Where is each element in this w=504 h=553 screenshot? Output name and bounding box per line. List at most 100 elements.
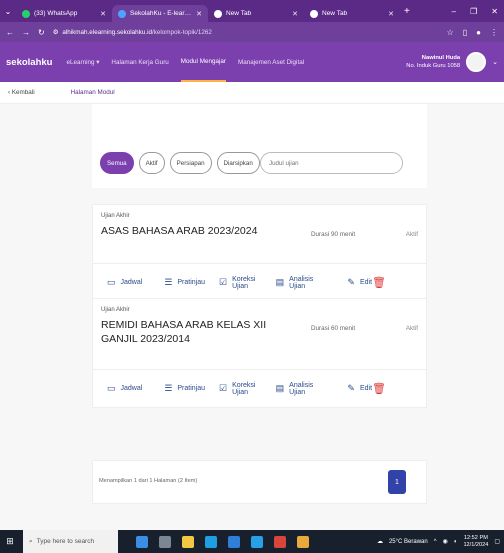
search-input[interactable] bbox=[260, 152, 403, 174]
preview-icon: ☰ bbox=[164, 383, 173, 393]
edit-label: Edit bbox=[359, 385, 373, 392]
back-arrow-icon[interactable]: ← bbox=[6, 28, 14, 37]
tab-search-icon[interactable]: ⌄ bbox=[0, 7, 16, 16]
status-badge: Aktif bbox=[405, 231, 418, 238]
browser-tab-sekolahku[interactable]: SekolahKu - E-learning ✕ bbox=[112, 5, 208, 22]
exam-kind: Ujian Akhir bbox=[101, 307, 130, 313]
windows-start-icon[interactable]: ⊞ bbox=[3, 536, 17, 547]
analisis-label: Analisis Ujian bbox=[289, 381, 314, 396]
brand-logo[interactable]: sekolahku bbox=[6, 57, 52, 68]
exam-title[interactable]: ASAS BAHASA ARAB 2023/2024 bbox=[101, 224, 291, 238]
nav-manajemen-aset[interactable]: Manajemen Aset Digital bbox=[238, 42, 304, 82]
filter-diarsipkan[interactable]: Diarsipkan bbox=[216, 152, 260, 174]
pratinjau-label: Pratinjau bbox=[177, 279, 206, 286]
taskbar-search[interactable]: ⌕ Type here to search bbox=[23, 530, 118, 553]
weather-text[interactable]: 25°C Berawan bbox=[389, 539, 428, 545]
minimize-icon[interactable]: – bbox=[452, 7, 456, 16]
browser-tab-newtab-1[interactable]: New Tab ✕ bbox=[208, 5, 304, 22]
pratinjau-button[interactable]: ☰ Pratinjau bbox=[164, 277, 205, 288]
reload-icon[interactable]: ↻ bbox=[38, 28, 45, 37]
edit-button[interactable]: ✎ Edit bbox=[347, 277, 372, 288]
user-id: No. Induk Guru 1058 bbox=[406, 63, 461, 69]
chrome-icon[interactable] bbox=[297, 535, 309, 548]
chevron-down-icon[interactable]: ⌄ bbox=[492, 58, 498, 66]
avatar[interactable] bbox=[466, 52, 487, 72]
whatsapp-favicon-icon bbox=[22, 9, 30, 18]
exam-duration: Durasi 60 menit bbox=[311, 325, 356, 332]
tab-title: SekolahKu - E-learning bbox=[130, 10, 193, 17]
url-field[interactable]: ⚙ alhikmah.elearning.sekolahku.id/kelomp… bbox=[53, 29, 439, 36]
maximize-icon[interactable]: ❐ bbox=[470, 7, 477, 16]
clock-time: 12:52 PM bbox=[463, 534, 488, 541]
tab-title: New Tab bbox=[322, 10, 348, 17]
pratinjau-button[interactable]: ☰ Pratinjau bbox=[164, 383, 205, 394]
check-doc-icon: ☑ bbox=[219, 277, 228, 287]
taskbar-apps bbox=[136, 535, 309, 548]
user-menu[interactable]: Nawinul Huda No. Induk Guru 1058 ⌄ bbox=[406, 52, 498, 72]
back-label: Kembali bbox=[11, 89, 35, 96]
edit-button[interactable]: ✎ Edit bbox=[347, 383, 372, 394]
taskbar-search-placeholder: Type here to search bbox=[36, 538, 95, 545]
jadwal-button[interactable]: ▭ Jadwal bbox=[107, 383, 142, 394]
jadwal-button[interactable]: ▭ Jadwal bbox=[107, 277, 142, 288]
close-tab-icon[interactable]: ✕ bbox=[196, 10, 202, 18]
close-window-icon[interactable]: ✕ bbox=[491, 7, 498, 16]
store-icon[interactable] bbox=[228, 535, 240, 548]
nav-halaman-kerja-guru[interactable]: Halaman Kerja Guru bbox=[111, 42, 168, 82]
bookmark-star-icon[interactable]: ☆ bbox=[447, 28, 454, 37]
system-tray: ☁ 25°C Berawan ^ ◉ ◐ 12:52 PM 12/1/2024 … bbox=[377, 535, 504, 549]
tab-title: New Tab bbox=[226, 10, 252, 17]
page-button[interactable]: 1 bbox=[388, 470, 406, 494]
close-tab-icon[interactable]: ✕ bbox=[292, 10, 298, 18]
browser-tab-newtab-2[interactable]: New Tab ✕ bbox=[304, 5, 400, 22]
close-tab-icon[interactable]: ✕ bbox=[100, 10, 106, 18]
analisis-ujian-button[interactable]: ▤ Analisis Ujian bbox=[276, 276, 328, 290]
nav-modul-mengajar[interactable]: Modul Mengajar bbox=[180, 42, 226, 82]
calendar-icon: ▭ bbox=[107, 383, 116, 393]
widgets-icon[interactable] bbox=[136, 535, 148, 548]
site-info-icon[interactable]: ⚙ bbox=[53, 29, 59, 36]
pencil-icon: ✎ bbox=[347, 277, 355, 287]
profile-icon[interactable]: ● bbox=[476, 28, 481, 37]
trash-icon[interactable]: 🗑 bbox=[372, 276, 386, 289]
file-explorer-icon[interactable] bbox=[182, 535, 194, 548]
back-link[interactable]: ‹ Kembali bbox=[8, 89, 35, 96]
task-view-icon[interactable] bbox=[159, 535, 171, 548]
sekolahku-favicon-icon bbox=[118, 9, 126, 18]
mail-icon[interactable] bbox=[251, 535, 263, 548]
edit-label: Edit bbox=[359, 279, 373, 286]
exam-title[interactable]: REMIDI BAHASA ARAB KELAS XII GANJIL 2023… bbox=[101, 318, 291, 346]
new-tab-button[interactable]: + bbox=[404, 6, 410, 17]
analisis-label: Analisis Ujian bbox=[289, 275, 314, 290]
filter-persiapan[interactable]: Persiapan bbox=[169, 152, 212, 174]
browser-tab-whatsapp[interactable]: (33) WhatsApp ✕ bbox=[16, 5, 112, 22]
volume-icon[interactable]: ◐ bbox=[454, 539, 458, 545]
jadwal-label: Jadwal bbox=[120, 279, 143, 286]
status-filter-group: Semua Aktif Persiapan Diarsipkan bbox=[100, 152, 260, 174]
filter-aktif[interactable]: Aktif bbox=[138, 152, 165, 174]
tray-chevron-icon[interactable]: ^ bbox=[434, 539, 437, 545]
koreksi-ujian-button[interactable]: ☑ Koreksi Ujian bbox=[219, 382, 270, 396]
koreksi-ujian-button[interactable]: ☑ Koreksi Ujian bbox=[219, 276, 270, 290]
notification-icon[interactable]: ▢ bbox=[494, 538, 500, 545]
breadcrumb-current[interactable]: Halaman Modul bbox=[71, 89, 115, 96]
chart-icon: ▤ bbox=[275, 383, 285, 393]
analisis-ujian-button[interactable]: ▤ Analisis Ujian bbox=[276, 382, 328, 396]
office-icon[interactable] bbox=[274, 535, 286, 548]
filter-semua[interactable]: Semua bbox=[100, 152, 134, 174]
nav-elearning[interactable]: eLearning ▾ bbox=[66, 42, 99, 82]
forward-arrow-icon[interactable]: → bbox=[22, 28, 30, 37]
chrome-favicon-icon bbox=[310, 9, 318, 18]
sidebar-icon[interactable]: ▯ bbox=[463, 28, 467, 37]
network-icon[interactable]: ◉ bbox=[443, 538, 448, 545]
menu-dots-icon[interactable]: ⋮ bbox=[490, 28, 498, 37]
exam-kind: Ujian Akhir bbox=[101, 213, 130, 219]
trash-icon[interactable]: 🗑 bbox=[372, 382, 386, 395]
clock[interactable]: 12:52 PM 12/1/2024 bbox=[463, 535, 488, 549]
main-content: Semua Aktif Persiapan Diarsipkan Ujian A… bbox=[0, 104, 504, 530]
pagination-footer: Menampilkan 1 dari 1 Halaman (2 Item) 1 bbox=[92, 460, 427, 504]
pagination-info: Menampilkan 1 dari 1 Halaman (2 Item) bbox=[99, 478, 198, 484]
edge-icon[interactable] bbox=[205, 535, 217, 548]
close-tab-icon[interactable]: ✕ bbox=[388, 10, 394, 18]
url-host: alhikmah.elearning.sekolahku.id bbox=[62, 28, 152, 36]
